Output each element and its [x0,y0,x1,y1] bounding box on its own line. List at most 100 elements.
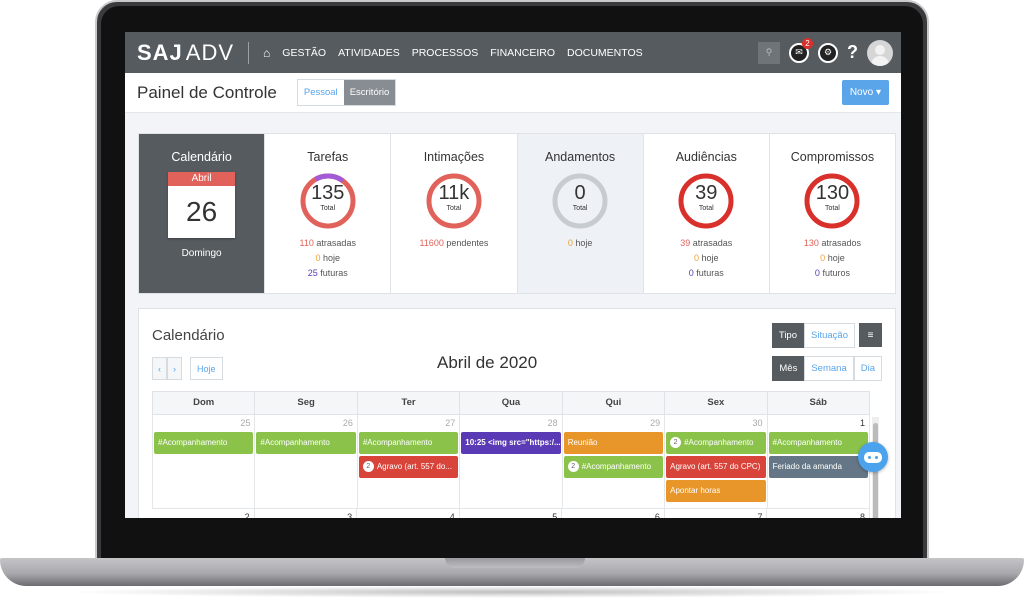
calendar-day: 26 [186,196,218,227]
calendar-nav: ‹ › Hoje [152,357,223,380]
future-count: 0 [688,268,694,278]
day-number: 25 [240,418,251,428]
day-cell[interactable]: 1 #Acompanhamento Feriado da amanda [768,415,870,508]
late-label: atrasados [821,238,861,248]
logo-saj: SAJ [137,39,183,65]
future-count: 0 [814,268,820,278]
intimacoes-ring: 11k Total [425,172,483,230]
today-button[interactable]: Hoje [190,357,223,380]
toggle-escritorio[interactable]: Escritório [343,80,396,105]
today-count: 0 [315,253,321,263]
view-mes[interactable]: Mês [772,356,805,381]
next-month-button[interactable]: › [167,357,182,380]
avatar[interactable] [867,39,893,66]
event-label: #Acompanhamento [260,438,330,447]
month-grid: Dom Seg Ter Qua Qui Sex Sáb 25 #Acompanh… [152,391,871,518]
day-cell[interactable]: 25 #Acompanhamento [153,415,256,508]
day-cell[interactable]: 26 #Acompanhamento [255,415,358,508]
event-label: #Acompanhamento [362,438,433,447]
week-row: 25 #Acompanhamento 26 #Acompanhamento 27… [152,415,870,509]
laptop-notch [445,558,585,568]
event-label: Apontar horas [670,486,721,495]
card-title: Compromissos [790,150,875,164]
day-cell[interactable]: 2 [152,509,255,518]
card-intimacoes[interactable]: Intimações 11k Total 11600 pendentes [391,134,518,293]
chatbot-icon[interactable] [858,442,888,472]
event-count-badge: 2 [362,461,374,473]
card-andamentos[interactable]: Andamentos 0 Total 0 hoje [517,134,644,293]
today-count: 0 [820,253,826,263]
event[interactable]: #Acompanhamento [358,432,459,454]
event[interactable]: Apontar horas [666,480,766,502]
calendar-weekday: Domingo [181,248,222,259]
day-number: 2 [244,512,250,518]
mail-icon[interactable]: ✉ 2 [789,37,813,63]
event[interactable]: Reunião [563,432,664,454]
day-number: 29 [650,418,661,428]
nav-atividades[interactable]: ATIVIDADES [338,47,400,59]
day-cell[interactable]: 6 [562,509,665,518]
view-dia[interactable]: Dia [853,356,882,381]
weekday-ter: Ter [358,392,461,414]
card-audiencias[interactable]: Audiências 39 Total 39 atrasadas 0 hoje … [644,134,770,293]
audiencias-total: 39 [695,182,718,204]
app-screen: SAJ ADV ⌂ GESTÃO ATIVIDADES PROCESSOS FIN… [125,32,901,518]
event[interactable]: 2 #Acompanhamento [563,456,664,478]
view-semana[interactable]: Semana [804,356,854,381]
andamentos-ring: 0 Total [551,172,609,230]
gear-icon[interactable]: ⚙ [818,42,838,63]
weekday-qua: Qua [460,392,563,414]
event-label: #Acompanhamento [158,438,228,447]
day-number: 6 [654,512,660,518]
day-cell[interactable]: 3 [255,509,358,518]
event[interactable]: 2 Agravo (art. 557 do... [358,456,459,478]
today-label: hoje [701,253,719,263]
day-cell[interactable]: 30 2 #Acompanhamento Agravo (art. 557 do … [665,415,768,508]
day-cell[interactable]: 27 #Acompanhamento 2 Agravo (art. 557 do.… [358,415,461,508]
help-icon[interactable]: ? [847,42,858,63]
sliders-icon[interactable]: ≡ [859,323,882,347]
home-icon[interactable]: ⌂ [263,46,270,60]
event-label: #Acompanhamento [684,438,754,447]
day-number: 5 [552,512,558,518]
event[interactable]: #Acompanhamento [256,432,356,454]
tab-tipo[interactable]: Tipo [771,323,805,348]
total-label: Total [698,205,714,212]
day-cell[interactable]: 28 10:25 <img src="https:/... [460,415,563,508]
card-tarefas[interactable]: Tarefas 135 Total 110 atrasadas 0 hoje 2… [265,134,392,293]
day-cell[interactable]: 29 Reunião 2 #Acompanhamento [563,415,666,508]
filter-tabs: Tipo Situação [771,323,855,348]
logo-divider [248,41,250,64]
day-cell[interactable]: 4 [357,509,460,518]
toggle-pessoal[interactable]: Pessoal [297,80,344,105]
card-compromissos[interactable]: Compromissos 130 Total 130 atrasados 0 h… [770,134,895,293]
day-cell[interactable]: 5 [460,509,563,518]
day-cell[interactable]: 7 [665,509,768,518]
tab-situacao[interactable]: Situação [804,323,855,348]
nav-financeiro[interactable]: FINANCEIRO [490,47,555,59]
future-label: futuras [320,268,348,278]
event-label: #Acompanhamento [581,462,652,471]
event[interactable]: 10:25 <img src="https:/... [461,432,561,454]
event[interactable]: #Acompanhamento [154,432,254,454]
card-title: Intimações [423,150,485,164]
nav-documentos[interactable]: DOCUMENTOS [567,47,643,59]
search-icon[interactable]: ⚲ [758,41,780,64]
nav-gestao[interactable]: GESTÃO [282,47,326,59]
day-cell[interactable]: 8 [767,509,871,518]
event-label: Agravo (art. 557 do CPC) [670,462,761,471]
logo[interactable]: SAJ ADV [137,40,234,66]
nav-processos[interactable]: PROCESSOS [412,47,479,59]
new-button[interactable]: Novo ▾ [841,80,889,105]
event[interactable]: Feriado da amanda [768,456,868,478]
event[interactable]: Agravo (art. 557 do CPC) [666,456,766,478]
page-title: Painel de Controle [137,82,277,102]
late-count: 39 [680,238,691,248]
card-title: Audiências [675,150,737,164]
event[interactable]: #Acompanhamento [768,432,868,454]
event[interactable]: 2 #Acompanhamento [666,432,766,454]
day-number: 7 [757,512,763,518]
prev-month-button[interactable]: ‹ [152,357,167,380]
day-number: 8 [860,512,866,518]
card-calendario[interactable]: Calendário Abril 26 Domingo [139,134,266,293]
